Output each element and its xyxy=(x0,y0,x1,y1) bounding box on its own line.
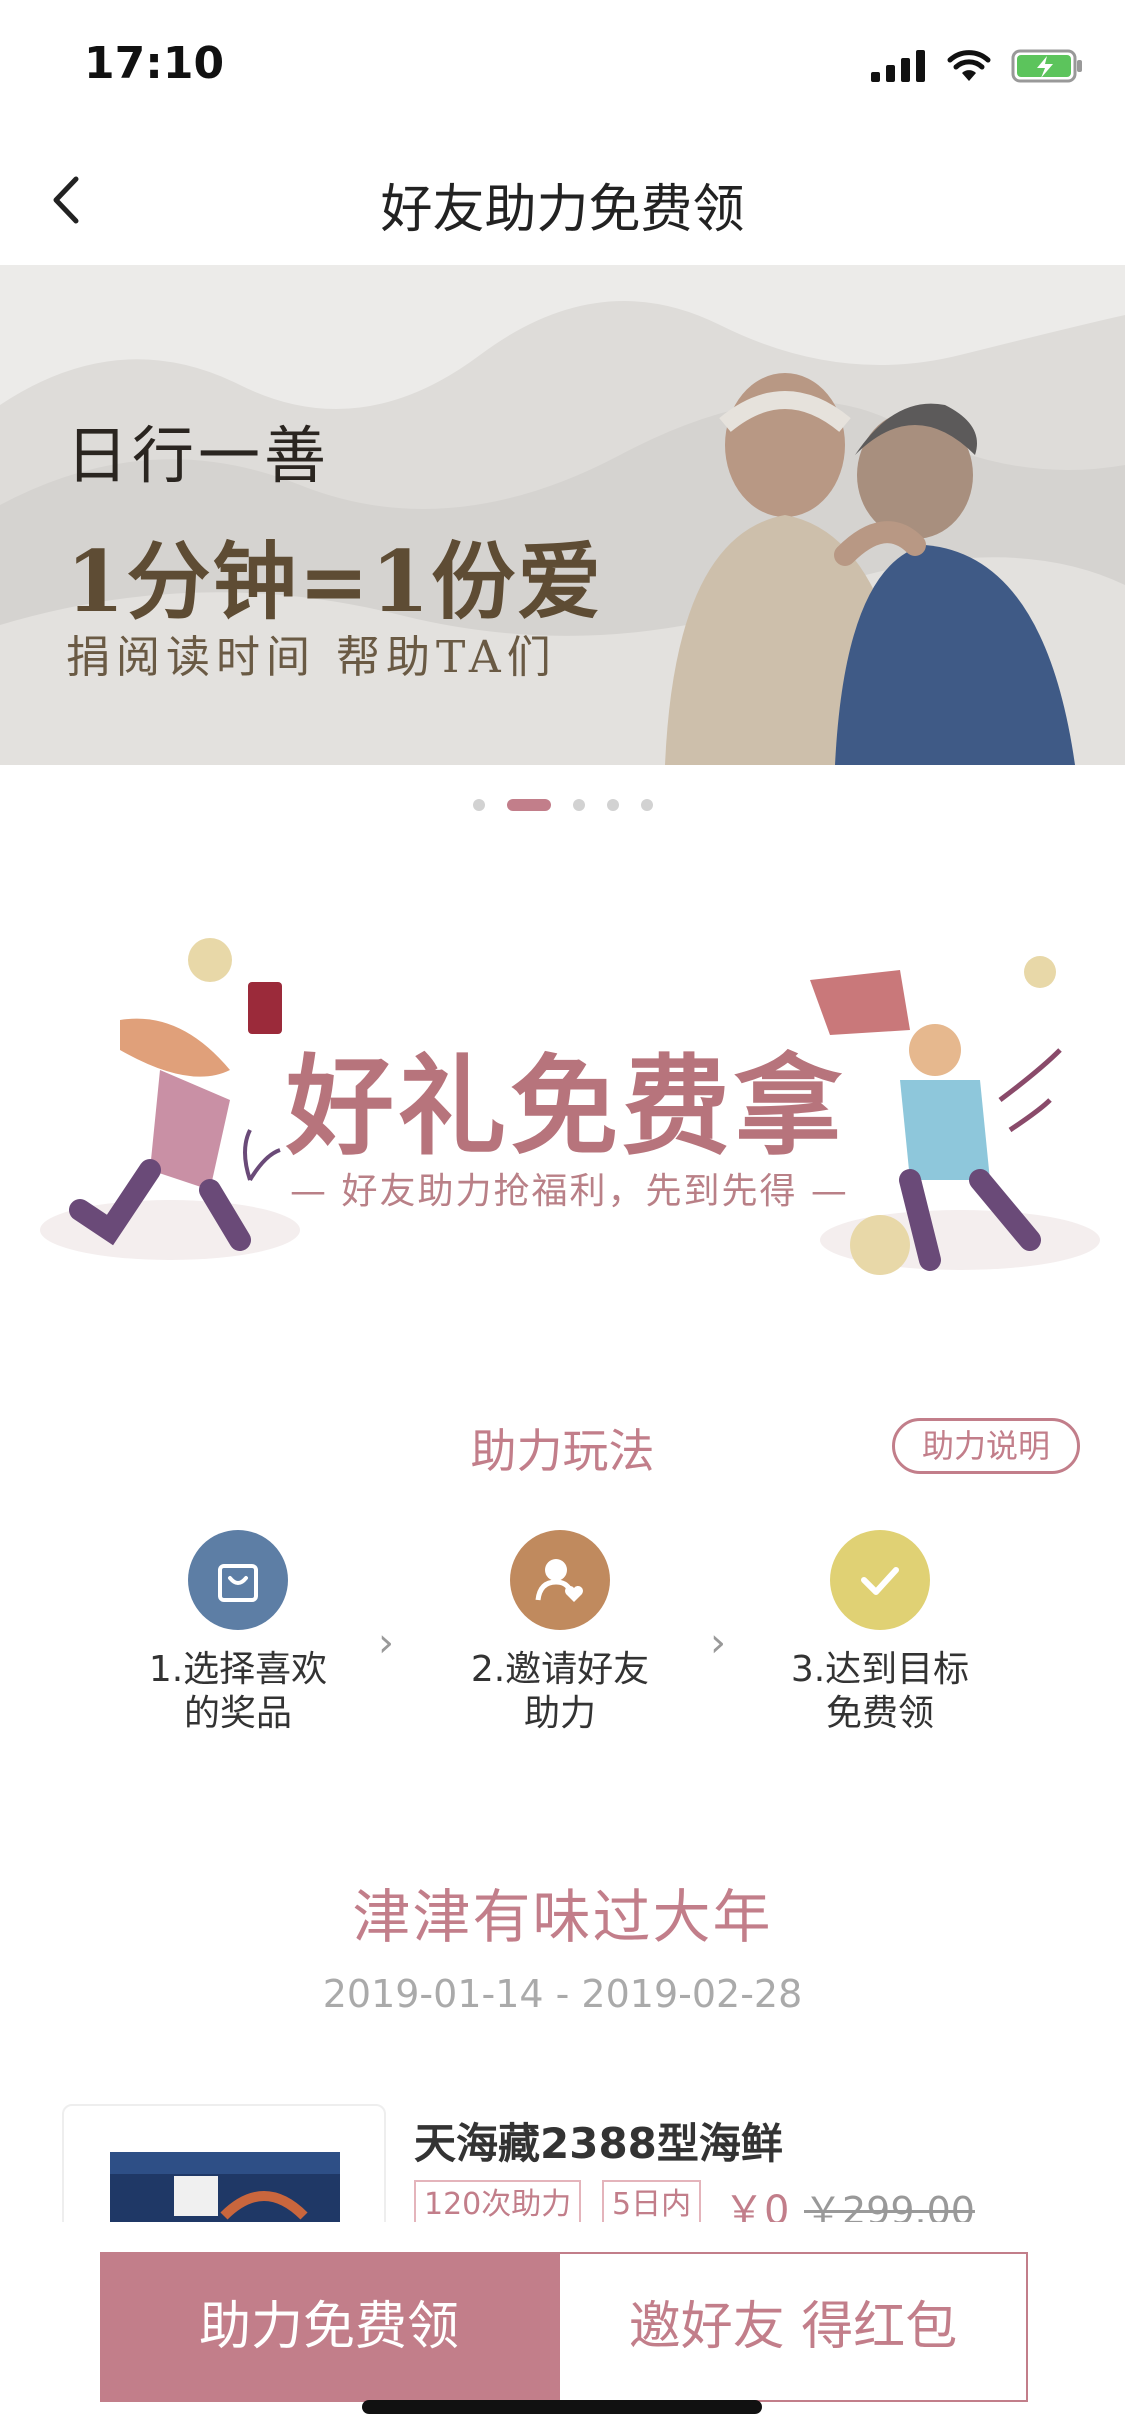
event-date-range: 2019-01-14 - 2019-02-28 xyxy=(322,1972,803,2016)
chevron-right-icon: › xyxy=(378,1620,394,1666)
event-title: 津津有味过大年 xyxy=(352,1883,773,1951)
promo-title: 好礼免费拿 xyxy=(286,1045,847,1170)
product-original-price: ￥299.00 xyxy=(804,2189,975,2224)
cellular-signal-icon xyxy=(871,50,925,82)
step-2-circle xyxy=(510,1530,610,1630)
product-name: 天海藏2388型海鲜 xyxy=(414,2119,783,2168)
product-tag-boosts: 120次助力 xyxy=(414,2180,582,2224)
carousel-dot[interactable] xyxy=(606,799,619,811)
shopping-bag-icon xyxy=(218,1564,258,1602)
step-2-label: 2.邀请好友 助力 xyxy=(470,1649,650,1734)
banner-headline: 1分钟=1份爱 xyxy=(66,532,604,631)
status-bar: 17:10 xyxy=(0,0,1125,135)
home-indicator[interactable] xyxy=(362,2400,762,2414)
claim-free-button[interactable]: 助力免费领 xyxy=(100,2252,558,2402)
status-icons xyxy=(871,46,1085,86)
banner-subline: 捐阅读时间 帮助TA们 xyxy=(66,632,557,683)
status-time: 17:10 xyxy=(84,38,225,89)
chevron-right-icon: › xyxy=(710,1620,726,1666)
invite-friends-button[interactable]: 邀好友 得红包 xyxy=(558,2252,1028,2402)
step-1: 1.选择喜欢 的奖品 xyxy=(108,1530,368,1736)
user-heart-icon xyxy=(535,1559,583,1602)
nav-bar: 好友助力免费领 xyxy=(0,135,1125,265)
product-image xyxy=(62,2104,386,2224)
step-3-circle xyxy=(830,1530,930,1630)
step-3: 3.达到目标 免费领 xyxy=(750,1530,1010,1736)
page-title: 好友助力免费领 xyxy=(380,180,745,240)
promo-banner: 好礼免费拿 — 好友助力抢福利，先到先得 — xyxy=(0,900,1125,1300)
elderly-couple-photo xyxy=(665,373,1075,765)
wifi-icon xyxy=(947,50,991,81)
promo-subtitle: — 好友助力抢福利，先到先得 — xyxy=(290,1171,849,1212)
step-2: 2.邀请好友 助力 xyxy=(430,1530,690,1736)
banner-carousel[interactable]: 日行一善 1分钟=1份爱 捐阅读时间 帮助TA们 xyxy=(0,265,1125,765)
product-tag-days: 5日内 xyxy=(602,2180,702,2224)
step-3-label: 3.达到目标 免费领 xyxy=(790,1649,970,1734)
battery-charging-icon xyxy=(1011,49,1082,83)
carousel-dot[interactable] xyxy=(472,799,485,811)
check-icon xyxy=(861,1567,899,1595)
seafood-box-image xyxy=(110,2152,340,2224)
carousel-dot[interactable] xyxy=(640,799,653,811)
banner-slogan: 日行一善 xyxy=(66,419,331,492)
product-price: ￥0 xyxy=(724,2188,790,2224)
step-1-circle xyxy=(188,1530,288,1630)
carousel-dot[interactable] xyxy=(572,799,585,811)
help-instructions-button[interactable]: 助力说明 xyxy=(892,1418,1080,1474)
carousel-dot-active[interactable] xyxy=(506,799,551,811)
step-1-label: 1.选择喜欢 的奖品 xyxy=(148,1649,328,1734)
carousel-page-indicator xyxy=(0,795,1125,815)
product-card[interactable]: 天海藏2388型海鲜 120次助力 5日内 ￥0 ￥299.00 xyxy=(62,2104,1062,2224)
